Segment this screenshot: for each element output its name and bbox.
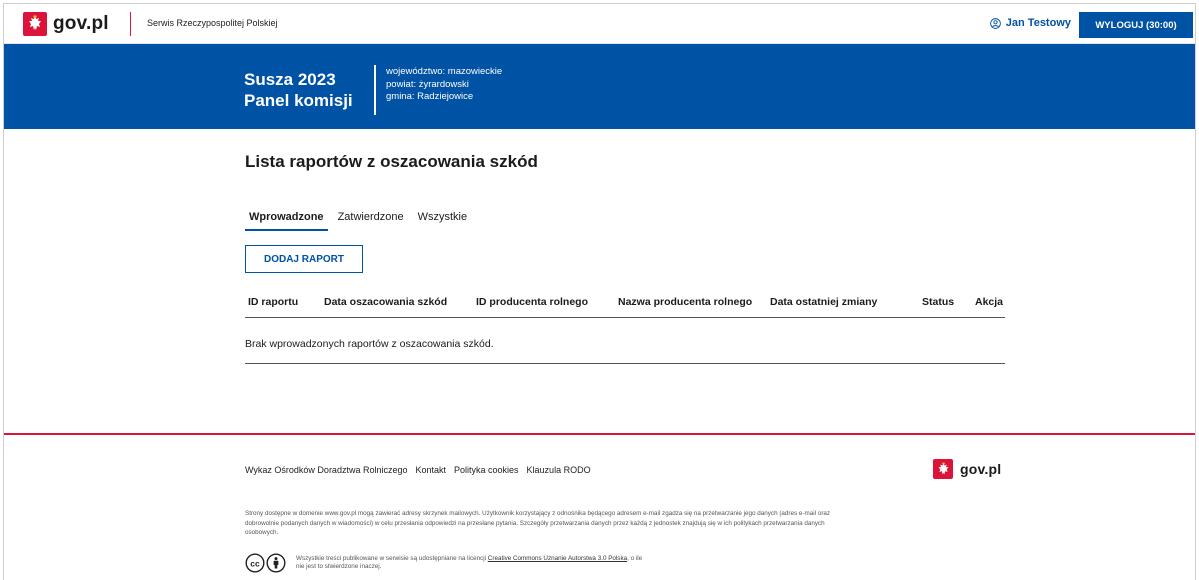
user-name: Jan Testowy <box>1005 17 1071 29</box>
license-section: cc Wszystkie treści publikowane w serwis… <box>245 553 642 573</box>
license-text-before: Wszystkie treści publikowane w serwisie … <box>296 554 488 562</box>
header-divider <box>130 12 131 36</box>
tab-zatwierdzone[interactable]: Zatwierdzone <box>334 209 408 231</box>
privacy-note: Strony dostępne w domenie www.gov.pl mog… <box>245 509 1035 538</box>
license-text: Wszystkie treści publikowane w serwisie … <box>296 555 642 572</box>
add-report-button[interactable]: DODAJ RAPORT <box>245 245 363 273</box>
page-frame: gov.pl Serwis Rzeczypospolitej Polskiej … <box>3 3 1196 580</box>
county: powiat: żyrardowski <box>386 78 469 90</box>
cc-license-link[interactable]: Creative Commons Uznanie Autorstwa 3.0 P… <box>488 555 627 562</box>
footer: Wykaz Ośrodków Doradztwa Rolniczego Kont… <box>4 433 1195 580</box>
user-menu[interactable]: Jan Testowy <box>989 17 1071 29</box>
footer-logo-text: gov.pl <box>960 461 1002 477</box>
footer-link-contact[interactable]: Kontakt <box>415 465 446 475</box>
col-header-assessment-date: Data oszacowania szkód <box>324 296 448 308</box>
location-info: województwo: mazowieckie powiat: żyrardo… <box>386 66 502 104</box>
col-header-status: Status <box>922 296 955 308</box>
empty-table-message: Brak wprowadzonych raportów z oszacowani… <box>245 318 1005 364</box>
tab-wszystkie[interactable]: Wszystkie <box>414 209 472 231</box>
user-icon <box>989 17 1001 29</box>
svg-text:cc: cc <box>250 558 260 568</box>
footer-link-cookies[interactable]: Polityka cookies <box>454 465 519 475</box>
service-name: Serwis Rzeczypospolitej Polskiej <box>147 18 278 28</box>
banner-title: Susza 2023 Panel komisji <box>244 69 353 111</box>
tab-wprowadzone[interactable]: Wprowadzone <box>245 209 328 231</box>
privacy-note-line: osobowych. <box>245 529 279 536</box>
footer-link-odr[interactable]: Wykaz Ośrodków Doradztwa Rolniczego <box>245 465 407 475</box>
logo-text: gov.pl <box>53 13 109 34</box>
report-tabs: Wprowadzone Zatwierdzone Wszystkie <box>245 209 477 231</box>
top-header: gov.pl Serwis Rzeczypospolitej Polskiej … <box>4 4 1195 44</box>
cc-icon: cc <box>245 553 265 573</box>
table-header: ID raportu Data oszacowania szkód ID pro… <box>245 288 1005 318</box>
banner-title-main: Susza 2023 <box>244 70 336 89</box>
commune: gmina: Radziejowice <box>386 91 474 102</box>
footer-gov-pl-logo[interactable]: gov.pl <box>933 459 1001 479</box>
cc-license-icons: cc <box>245 553 286 573</box>
license-text-line2: nie jest to stwierdzone inaczej. <box>296 563 382 570</box>
col-header-producer-name: Nazwa producenta rolnego <box>618 296 753 308</box>
license-text-after: , o ile <box>627 554 643 562</box>
banner-divider <box>374 65 376 115</box>
reports-table: ID raportu Data oszacowania szkód ID pro… <box>245 288 1005 364</box>
banner-title-sub: Panel komisji <box>244 91 353 110</box>
privacy-note-line: dobrowolnie podanych danych w wiadomości… <box>245 519 825 527</box>
page-title: Lista raportów z oszacowania szkód <box>245 152 538 171</box>
footer-links: Wykaz Ośrodków Doradztwa Rolniczego Kont… <box>245 465 591 475</box>
col-header-producer-id: ID producenta rolnego <box>476 296 589 308</box>
polish-eagle-icon <box>933 459 953 479</box>
logout-button[interactable]: WYLOGUJ (30:00) <box>1079 12 1193 38</box>
footer-link-rodo[interactable]: Klauzula RODO <box>527 465 591 475</box>
col-header-last-change: Data ostatniej zmiany <box>770 296 878 308</box>
col-header-report-id: ID raportu <box>248 296 299 308</box>
voivodeship: województwo: mazowieckie <box>386 66 503 77</box>
polish-eagle-icon <box>23 12 47 36</box>
privacy-note-line: Strony dostępne w domenie www.gov.pl mog… <box>245 510 831 517</box>
gov-pl-logo[interactable]: gov.pl <box>23 10 109 38</box>
col-header-action: Akcja <box>975 296 1004 308</box>
attribution-icon <box>266 553 286 573</box>
header-banner: Susza 2023 Panel komisji województwo: ma… <box>4 44 1195 129</box>
